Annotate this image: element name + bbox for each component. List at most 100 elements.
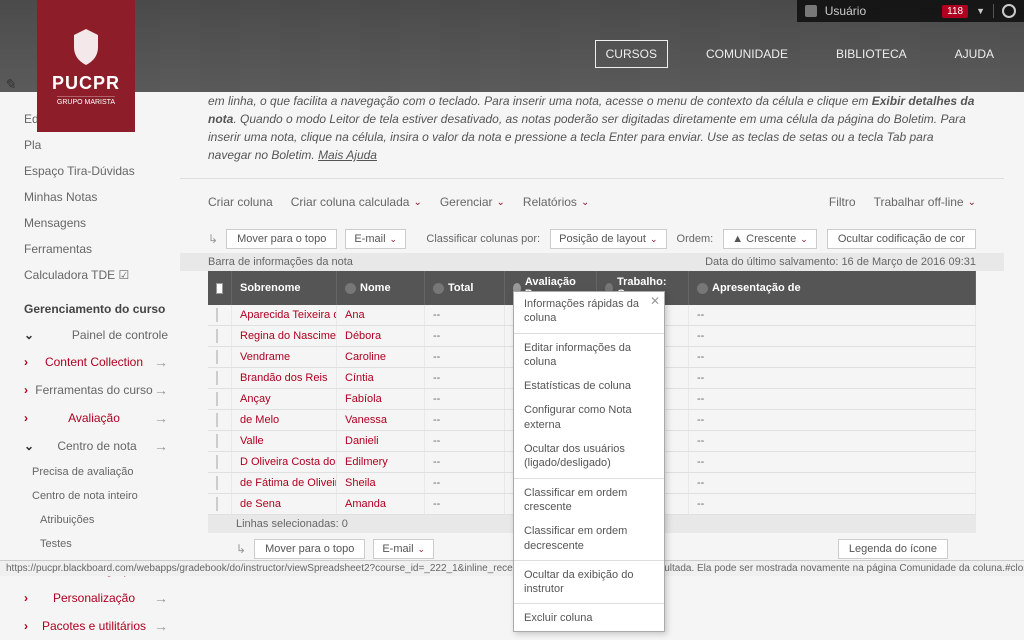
sidebar-minhas-notas[interactable]: Minhas Notas xyxy=(24,184,180,210)
cell-nome[interactable]: Edilmery xyxy=(337,452,425,472)
cell-apres[interactable]: -- xyxy=(689,305,976,325)
select-all-checkbox[interactable] xyxy=(216,283,223,294)
mover-topo-button[interactable]: Mover para o topo xyxy=(226,229,337,249)
menu-ocultar-usuarios[interactable]: Ocultar dos usuários (ligado/desligado) xyxy=(514,437,664,476)
cell-total[interactable]: -- xyxy=(425,347,505,367)
row-checkbox[interactable] xyxy=(216,413,218,427)
arrow-down-icon[interactable]: ↳ xyxy=(236,542,246,556)
row-checkbox[interactable] xyxy=(216,371,218,385)
row-checkbox[interactable] xyxy=(216,455,218,469)
menu-ocultar-exib[interactable]: Ocultar da exibição do instrutor xyxy=(514,563,664,602)
cell-total[interactable]: -- xyxy=(425,326,505,346)
nav-comunidade[interactable]: COMUNIDADE xyxy=(696,41,798,67)
row-checkbox[interactable] xyxy=(216,392,218,406)
cell-total[interactable]: -- xyxy=(425,410,505,430)
sidebar-ferr-curso[interactable]: Ferramentas do curso→ xyxy=(24,376,180,404)
dropdown-icon[interactable]: ▼ xyxy=(976,6,985,16)
cell-sobrenome[interactable]: D Oliveira Costa dos xyxy=(232,452,337,472)
email-select[interactable]: E-mail⌄ xyxy=(345,229,406,249)
relatorios-button[interactable]: Relatórios⌄ xyxy=(523,195,589,209)
cell-apres[interactable]: -- xyxy=(689,494,976,514)
cell-nome[interactable]: Cíntia xyxy=(337,368,425,388)
cell-nome[interactable]: Débora xyxy=(337,326,425,346)
sidebar-personal[interactable]: Personalização→ xyxy=(24,584,180,612)
cell-apres[interactable]: -- xyxy=(689,389,976,409)
sidebar-centro-int[interactable]: Centro de nota inteiro xyxy=(24,484,180,508)
cell-apres[interactable]: -- xyxy=(689,473,976,493)
email-select-2[interactable]: E-mail⌄ xyxy=(373,539,434,559)
cell-sobrenome[interactable]: de Melo xyxy=(232,410,337,430)
menu-classificar-decresc[interactable]: Classificar em ordem decrescente xyxy=(514,519,664,558)
cell-apres[interactable]: -- xyxy=(689,326,976,346)
filtro-label[interactable]: Filtro xyxy=(829,195,856,209)
notification-badge[interactable]: 118 xyxy=(942,5,968,18)
mais-ajuda-link[interactable]: Mais Ajuda xyxy=(318,148,377,162)
cell-apres[interactable]: -- xyxy=(689,347,976,367)
cell-total[interactable]: -- xyxy=(425,389,505,409)
sidebar-pacotes[interactable]: Pacotes e utilitários→ xyxy=(24,612,180,640)
cell-apres[interactable]: -- xyxy=(689,452,976,472)
menu-configurar[interactable]: Configurar como Nota externa xyxy=(514,398,664,437)
cell-sobrenome[interactable]: Brandão dos Reis xyxy=(232,368,337,388)
cell-apres[interactable]: -- xyxy=(689,410,976,430)
cell-sobrenome[interactable]: Ançay xyxy=(232,389,337,409)
cell-nome[interactable]: Vanessa xyxy=(337,410,425,430)
sidebar-painel[interactable]: Painel de controle xyxy=(24,322,180,348)
cell-nome[interactable]: Fabíola xyxy=(337,389,425,409)
crescente-select[interactable]: ▲ Crescente⌄ xyxy=(723,229,817,249)
row-checkbox[interactable] xyxy=(216,329,218,343)
cell-total[interactable]: -- xyxy=(425,452,505,472)
cell-sobrenome[interactable]: Valle xyxy=(232,431,337,451)
cell-total[interactable]: -- xyxy=(425,368,505,388)
col-total[interactable]: Total xyxy=(448,282,473,294)
col-sobrenome[interactable]: Sobrenome xyxy=(240,282,301,294)
menu-info-rapida[interactable]: Informações rápidas da coluna xyxy=(514,292,664,331)
sidebar-atrib[interactable]: Atribuições xyxy=(24,508,180,532)
criar-calculada-button[interactable]: Criar coluna calculada⌄ xyxy=(291,195,422,209)
col-nome[interactable]: Nome xyxy=(360,282,391,294)
cell-nome[interactable]: Ana xyxy=(337,305,425,325)
cell-sobrenome[interactable]: de Sena xyxy=(232,494,337,514)
menu-classificar-cresc[interactable]: Classificar em ordem crescente xyxy=(514,481,664,520)
row-checkbox[interactable] xyxy=(216,497,218,511)
criar-coluna-button[interactable]: Criar coluna xyxy=(208,195,273,209)
cell-nome[interactable]: Amanda xyxy=(337,494,425,514)
ocultar-cod-button[interactable]: Ocultar codificação de cor xyxy=(827,229,976,249)
cell-sobrenome[interactable]: Regina do Nascimen xyxy=(232,326,337,346)
cell-sobrenome[interactable]: de Fátima de Oliveira xyxy=(232,473,337,493)
sidebar-mensagens[interactable]: Mensagens xyxy=(24,210,180,236)
sidebar-calculadora[interactable]: Calculadora TDE ☑ xyxy=(24,262,180,288)
sidebar-centro[interactable]: Centro de nota→ xyxy=(24,432,180,460)
cell-apres[interactable]: -- xyxy=(689,431,976,451)
user-label[interactable]: Usuário xyxy=(825,4,866,18)
edit-icon[interactable]: ✎ xyxy=(4,76,16,93)
sidebar-gerenciamento[interactable]: Gerenciamento do curso xyxy=(24,296,180,322)
cell-nome[interactable]: Caroline xyxy=(337,347,425,367)
col-icon[interactable] xyxy=(345,283,356,294)
cell-total[interactable]: -- xyxy=(425,305,505,325)
sidebar-content[interactable]: Content Collection→ xyxy=(24,348,180,376)
row-checkbox[interactable] xyxy=(216,476,218,490)
cell-sobrenome[interactable]: Vendrame xyxy=(232,347,337,367)
power-icon[interactable] xyxy=(1002,4,1016,18)
sidebar-avaliacao[interactable]: Avaliação→ xyxy=(24,404,180,432)
logo-panel[interactable]: PUCPR GRUPO MARISTA xyxy=(37,0,135,132)
cell-nome[interactable]: Danieli xyxy=(337,431,425,451)
menu-excluir[interactable]: Excluir coluna xyxy=(514,606,664,630)
row-checkbox[interactable] xyxy=(216,434,218,448)
sidebar-testes[interactable]: Testes xyxy=(24,532,180,556)
arrow-down-icon[interactable]: ↳ xyxy=(208,232,218,246)
cell-total[interactable]: -- xyxy=(425,494,505,514)
sidebar-espaco[interactable]: Espaço Tira-Dúvidas xyxy=(24,158,180,184)
nav-cursos[interactable]: CURSOS xyxy=(595,40,668,68)
sidebar-pla[interactable]: Pla xyxy=(24,132,180,158)
cell-sobrenome[interactable]: Aparecida Teixeira da xyxy=(232,305,337,325)
col-icon[interactable] xyxy=(433,283,444,294)
col-icon[interactable] xyxy=(697,283,708,294)
sidebar-ferramentas[interactable]: Ferramentas xyxy=(24,236,180,262)
menu-editar[interactable]: Editar informações da coluna xyxy=(514,336,664,375)
nav-ajuda[interactable]: AJUDA xyxy=(945,41,1004,67)
nav-biblioteca[interactable]: BIBLIOTECA xyxy=(826,41,917,67)
cell-nome[interactable]: Sheila xyxy=(337,473,425,493)
cell-total[interactable]: -- xyxy=(425,473,505,493)
